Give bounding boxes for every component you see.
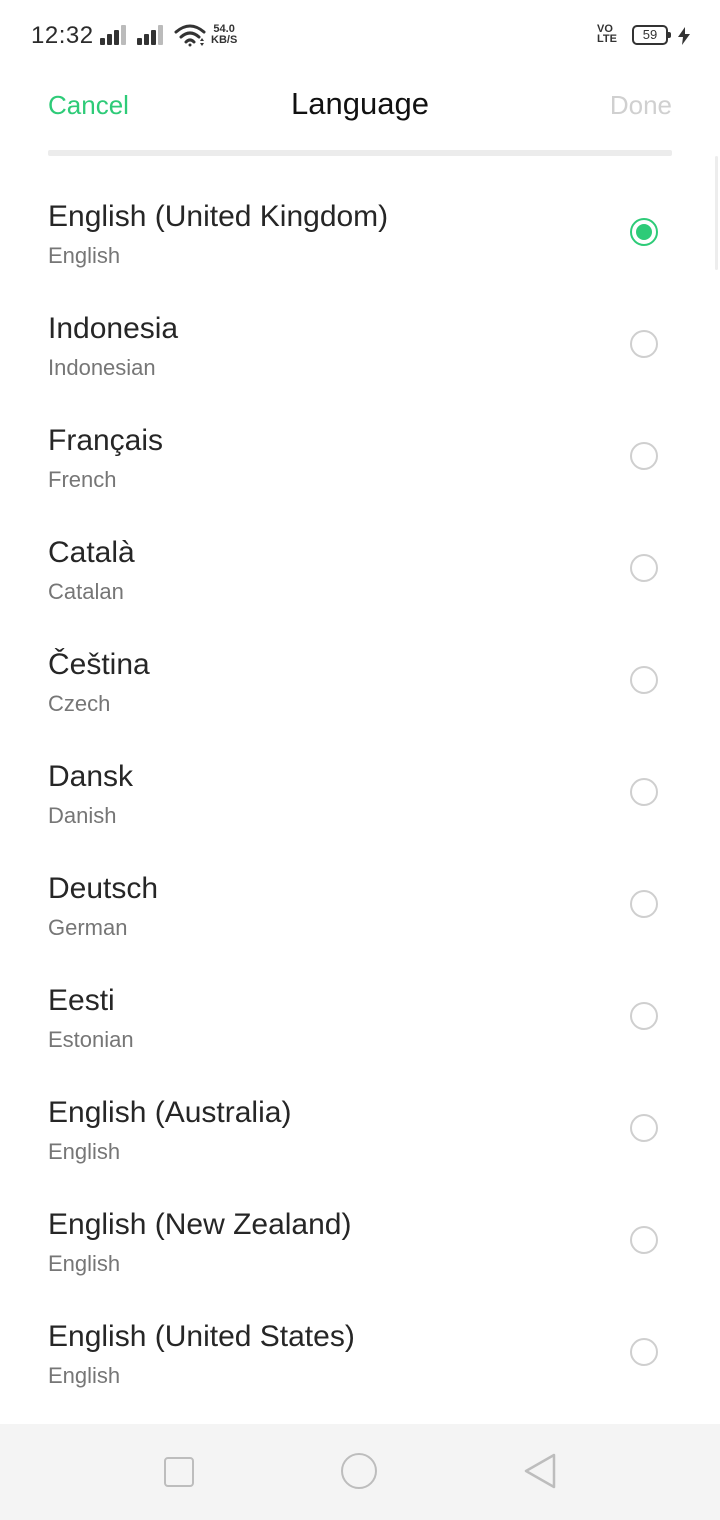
radio-unselected-icon[interactable] <box>630 554 658 582</box>
radio-unselected-icon[interactable] <box>630 1226 658 1254</box>
language-option[interactable]: Indonesia Indonesian <box>0 288 720 400</box>
language-subtitle: German <box>48 915 128 940</box>
radio-unselected-icon[interactable] <box>630 1002 658 1030</box>
language-subtitle: English <box>48 1251 121 1276</box>
net-speed-unit: KB/S <box>211 34 238 46</box>
language-subtitle: Czech <box>48 691 111 716</box>
battery-icon: 59 <box>632 25 671 45</box>
radio-unselected-icon[interactable] <box>630 1338 658 1366</box>
navigation-bar <box>0 1424 720 1520</box>
recents-square-icon[interactable] <box>164 1457 194 1487</box>
back-triangle-icon[interactable] <box>522 1452 558 1490</box>
language-option[interactable]: Deutsch German <box>0 848 720 960</box>
language-option[interactable]: Eesti Estonian <box>0 960 720 1072</box>
language-name: Deutsch <box>48 872 159 905</box>
radio-selected-icon[interactable] <box>630 218 658 246</box>
language-subtitle: French <box>48 467 117 492</box>
language-subtitle: English <box>48 1363 121 1388</box>
language-name: English (New Zealand) <box>48 1208 352 1241</box>
language-subtitle: English <box>48 243 121 268</box>
volte-bottom: LTE <box>597 33 617 45</box>
language-option[interactable]: Čeština Czech <box>0 624 720 736</box>
signal-icon <box>137 25 163 45</box>
radio-unselected-icon[interactable] <box>630 330 658 358</box>
language-option[interactable]: English (New Zealand) English <box>0 1184 720 1296</box>
language-option[interactable]: English (United States) English <box>0 1296 720 1408</box>
language-name: Čeština <box>48 648 150 681</box>
radio-unselected-icon[interactable] <box>630 666 658 694</box>
radio-unselected-icon[interactable] <box>630 778 658 806</box>
language-name: Français <box>48 424 164 457</box>
done-button[interactable]: Done <box>610 90 672 121</box>
volte-icon: VO LTE <box>597 24 617 45</box>
radio-unselected-icon[interactable] <box>630 1114 658 1142</box>
language-option[interactable]: Dansk Danish <box>0 736 720 848</box>
language-name: Dansk <box>48 760 134 793</box>
language-option[interactable]: English (Australia) English <box>0 1072 720 1184</box>
language-option[interactable]: Català Catalan <box>0 512 720 624</box>
home-circle-icon[interactable] <box>341 1453 377 1489</box>
wifi-icon <box>174 24 206 47</box>
language-screen: 12:32 54.0 KB/S VO LTE 59 Cancel Languag… <box>0 0 720 1520</box>
language-name: English (United Kingdom) <box>48 200 389 233</box>
battery-level: 59 <box>642 27 658 42</box>
language-subtitle: Catalan <box>48 579 124 604</box>
radio-unselected-icon[interactable] <box>630 890 658 918</box>
status-bar: 12:32 54.0 KB/S VO LTE 59 <box>0 0 720 72</box>
status-time: 12:32 <box>31 22 94 49</box>
signal-icon <box>100 25 126 45</box>
language-name: Indonesia <box>48 312 179 345</box>
language-list: English (United Kingdom) English Indonesia… <box>0 176 720 1408</box>
language-subtitle: English <box>48 1139 121 1164</box>
radio-unselected-icon[interactable] <box>630 442 658 470</box>
language-option[interactable]: Français French <box>0 400 720 512</box>
language-option[interactable]: English (United Kingdom) English <box>0 176 720 288</box>
charging-bolt-icon <box>678 27 690 45</box>
header-divider <box>48 150 672 156</box>
header-bar: Cancel Language Done <box>0 72 720 136</box>
language-name: Eesti <box>48 984 115 1017</box>
language-subtitle: Indonesian <box>48 355 156 380</box>
network-speed: 54.0 KB/S <box>211 24 237 46</box>
language-name: English (United States) <box>48 1320 355 1353</box>
language-name: English (Australia) <box>48 1096 292 1129</box>
language-subtitle: Danish <box>48 803 117 828</box>
language-name: Català <box>48 536 135 569</box>
language-subtitle: Estonian <box>48 1027 134 1052</box>
